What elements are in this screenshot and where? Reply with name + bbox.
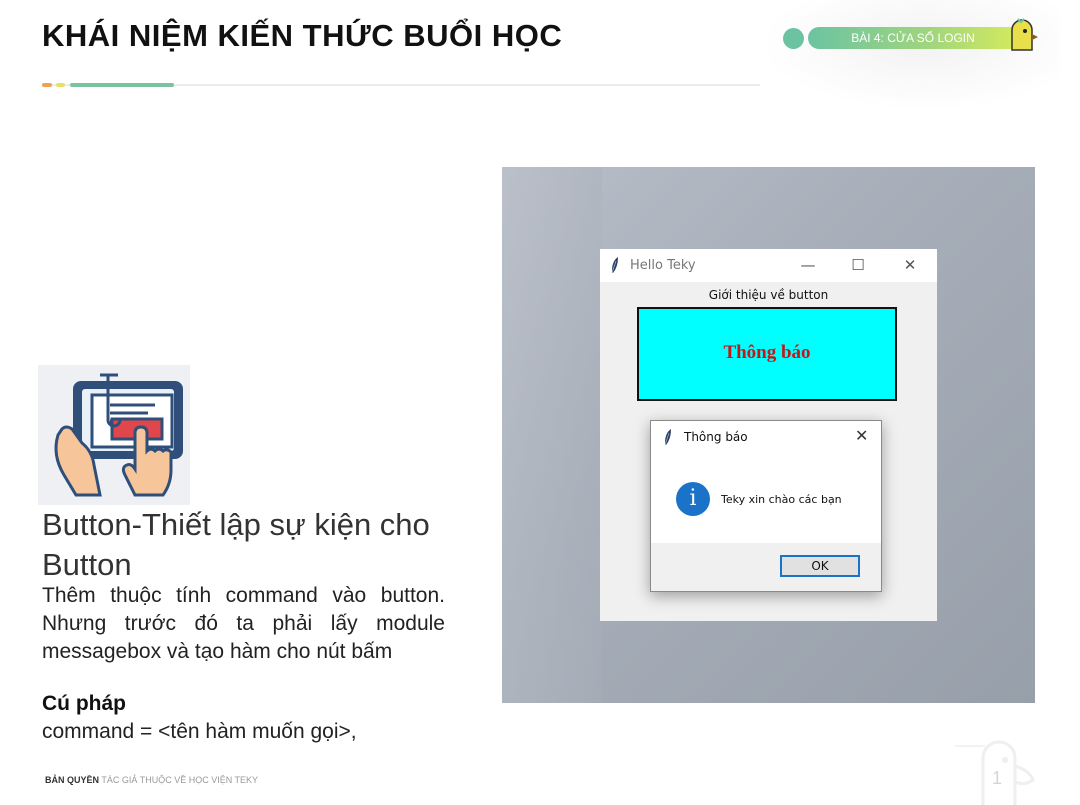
notify-button[interactable]: Thông báo [637, 307, 897, 401]
close-button[interactable]: ✕ [899, 255, 921, 275]
dialog-title: Thông báo [684, 430, 748, 444]
dialog-message: Teky xin chào các bạn [721, 493, 842, 506]
copyright-footer: BẢN QUYỀN TÁC GIẢ THUỘC VỀ HỌC VIỆN TEKY [45, 775, 258, 785]
accent-bar-green [70, 83, 174, 87]
window-title: Hello Teky [630, 258, 696, 273]
lesson-badge-label: BÀI 4: CỬA SỔ LOGIN [851, 31, 975, 45]
window-titlebar: Hello Teky — ☐ ✕ [600, 249, 937, 282]
messagebox-dialog: Thông báo ✕ i Teky xin chào các bạn OK [650, 420, 882, 592]
accent-bar-yellow [56, 83, 65, 87]
screenshot-shade [502, 167, 602, 703]
maximize-button[interactable]: ☐ [847, 255, 869, 275]
tablet-touch-illustration [54, 373, 183, 497]
syntax-code: command = <tên hàm muốn gọi>, [42, 720, 357, 743]
section-heading: Button-Thiết lập sự kiện cho Button [42, 507, 430, 582]
copyright-bold: BẢN QUYỀN [45, 775, 100, 785]
page-number: 1 [992, 768, 1003, 788]
ok-button[interactable]: OK [780, 555, 860, 577]
copyright-text: TÁC GIẢ THUỘC VỀ HỌC VIỆN TEKY [101, 775, 259, 785]
slide-title: KHÁI NIỆM KIẾN THỨC BUỔI HỌC [42, 18, 563, 53]
window-label: Giới thiệu về button [708, 288, 829, 302]
badge-dot [783, 28, 804, 49]
accent-bar-orange [42, 83, 52, 87]
dialog-feather-icon [664, 429, 671, 446]
mascot-icon [1011, 18, 1038, 51]
body-paragraph: Thêm thuộc tính command vào button. Nhưn… [42, 584, 445, 663]
syntax-label: Cú pháp [42, 692, 126, 715]
tk-feather-icon [611, 257, 618, 274]
info-icon: i [676, 482, 710, 516]
dialog-close-button[interactable]: ✕ [855, 426, 868, 445]
minimize-button[interactable]: — [797, 255, 819, 275]
notify-button-label: Thông báo [723, 342, 811, 363]
watermark-mascot-icon [955, 740, 1035, 805]
